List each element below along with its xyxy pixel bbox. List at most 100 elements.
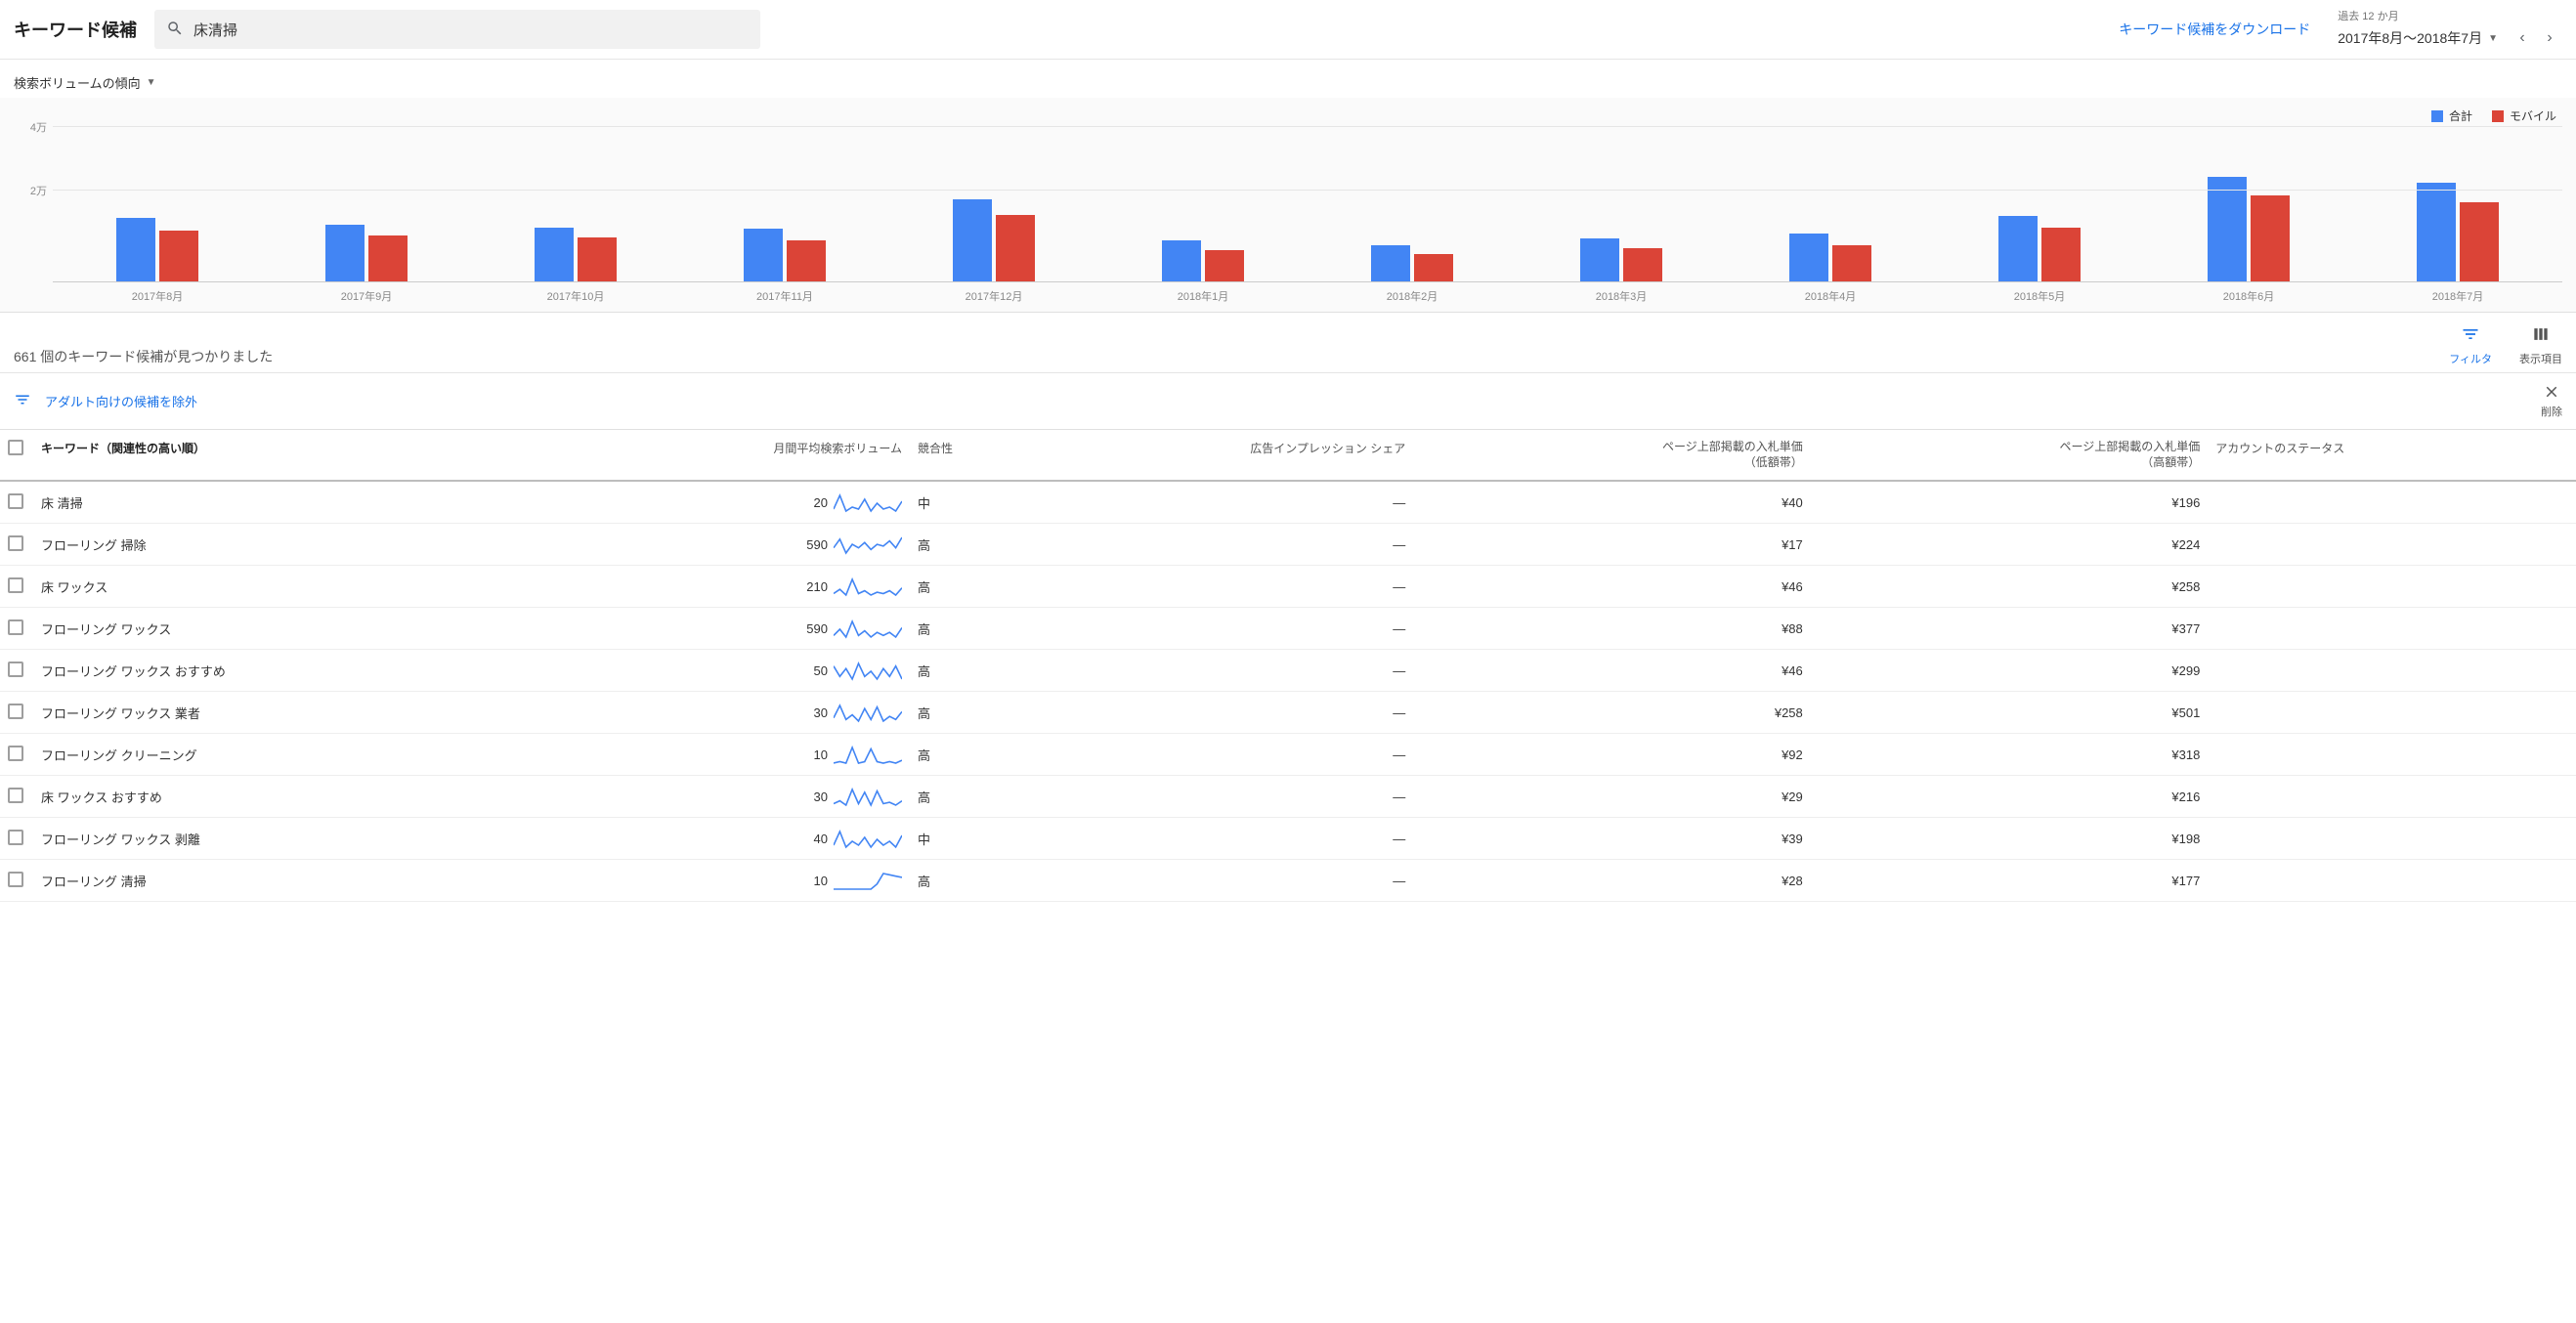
cell-status [2208,566,2576,608]
x-tick: 2017年12月 [889,282,1098,304]
bar [1580,238,1619,281]
table-row[interactable]: フローリング ワックス おすすめ50高—¥46¥299 [0,650,2576,692]
table-row[interactable]: フローリング ワックス 剥離40中—¥39¥198 [0,818,2576,860]
cell-volume: 590 [542,608,910,650]
cell-volume: 10 [542,860,910,902]
date-prev-button[interactable]: ‹ [2510,25,2535,51]
remove-filter-button[interactable]: 削除 [2541,383,2562,419]
cell-volume: 590 [542,524,910,566]
bar [325,225,365,282]
x-tick: 2017年10月 [471,282,680,304]
bar [1205,250,1244,282]
table-row[interactable]: フローリング ワックス 業者30高—¥258¥501 [0,692,2576,734]
row-checkbox[interactable] [8,535,23,551]
table-row[interactable]: 床 ワックス おすすめ30高—¥29¥216 [0,776,2576,818]
cell-competition: 中 [910,818,978,860]
cell-impression-share: — [978,860,1413,902]
table-row[interactable]: フローリング クリーニング10高—¥92¥318 [0,734,2576,776]
cell-bid-low: ¥17 [1413,524,1811,566]
filter-icon [14,391,31,411]
download-keywords-link[interactable]: キーワード候補をダウンロード [2119,20,2310,39]
cell-keyword: フローリング ワックス [33,608,542,650]
cell-bid-low: ¥39 [1413,818,1811,860]
table-row[interactable]: フローリング ワックス590高—¥88¥377 [0,608,2576,650]
col-competition[interactable]: 競合性 [910,430,978,481]
search-input[interactable] [193,21,749,38]
x-tick: 2017年11月 [680,282,889,304]
bar [1414,254,1453,281]
cell-bid-high: ¥224 [1811,524,2209,566]
cell-status [2208,481,2576,524]
cell-impression-share: — [978,650,1413,692]
cell-status [2208,818,2576,860]
bar-group [889,155,1098,281]
col-keyword[interactable]: キーワード（関連性の高い順） [33,430,542,481]
cell-volume: 30 [542,776,910,818]
cell-status [2208,734,2576,776]
col-status[interactable]: アカウントのステータス [2208,430,2576,481]
row-checkbox[interactable] [8,830,23,845]
cell-keyword: フローリング クリーニング [33,734,542,776]
row-checkbox[interactable] [8,704,23,719]
sparkline [834,660,902,681]
cell-bid-high: ¥258 [1811,566,2209,608]
columns-button[interactable]: 表示項目 [2519,324,2562,366]
filter-button[interactable]: フィルタ [2449,324,2492,366]
table-row[interactable]: 床 ワックス210高—¥46¥258 [0,566,2576,608]
cell-status [2208,650,2576,692]
cell-impression-share: — [978,566,1413,608]
cell-bid-low: ¥46 [1413,566,1811,608]
close-icon [2543,383,2560,404]
table-row[interactable]: フローリング 清掃10高—¥28¥177 [0,860,2576,902]
table-row[interactable]: 床 清掃20中—¥40¥196 [0,481,2576,524]
cell-keyword: フローリング ワックス 剥離 [33,818,542,860]
row-checkbox[interactable] [8,662,23,677]
cell-competition: 高 [910,776,978,818]
trend-dropdown[interactable]: 検索ボリュームの傾向 ▼ [0,60,2576,98]
cell-keyword: 床 ワックス おすすめ [33,776,542,818]
legend-item: 合計 [2431,107,2472,124]
cell-impression-share: — [978,481,1413,524]
bar [578,237,617,282]
sparkline [834,870,902,891]
bar-group [680,155,889,281]
chart-panel: 合計モバイル 2万4万 2017年8月2017年9月2017年10月2017年1… [0,98,2576,313]
col-volume[interactable]: 月間平均検索ボリューム [542,430,910,481]
bar [535,228,574,281]
row-checkbox[interactable] [8,577,23,593]
table-row[interactable]: フローリング 掃除590高—¥17¥224 [0,524,2576,566]
cell-status [2208,860,2576,902]
col-bid-low[interactable]: ページ上部掲載の入札単価（低額帯） [1413,430,1811,481]
y-tick: 4万 [14,119,47,135]
select-all-checkbox[interactable] [8,440,23,455]
x-tick: 2017年8月 [53,282,262,304]
bar [1623,248,1662,281]
col-impression-share[interactable]: 広告インプレッション シェア [978,430,1413,481]
date-next-button[interactable]: › [2537,25,2562,51]
row-checkbox[interactable] [8,788,23,803]
cell-competition: 中 [910,481,978,524]
y-tick: 2万 [14,183,47,198]
bar [116,218,155,281]
cell-impression-share: — [978,608,1413,650]
columns-label: 表示項目 [2519,351,2562,366]
bar-group [1308,155,1517,281]
keyword-table: キーワード（関連性の高い順） 月間平均検索ボリューム 競合性 広告インプレッショ… [0,430,2576,902]
row-checkbox[interactable] [8,746,23,761]
cell-bid-high: ¥299 [1811,650,2209,692]
cell-keyword: フローリング ワックス 業者 [33,692,542,734]
cell-bid-high: ¥177 [1811,860,2209,902]
date-range-selector[interactable]: 2017年8月～2018年7月 ▼ ‹ › [2338,25,2562,51]
bar [787,240,826,281]
row-checkbox[interactable] [8,872,23,887]
row-checkbox[interactable] [8,493,23,509]
search-box[interactable] [154,10,760,49]
col-bid-high[interactable]: ページ上部掲載の入札単価（高額帯） [1811,430,2209,481]
cell-bid-low: ¥40 [1413,481,1811,524]
bar-group [53,155,262,281]
x-tick: 2018年7月 [2353,282,2562,304]
bar-group [2144,155,2353,281]
adult-filter-chip[interactable]: アダルト向けの候補を除外 [45,392,197,410]
row-checkbox[interactable] [8,619,23,635]
gridline [53,126,2562,127]
